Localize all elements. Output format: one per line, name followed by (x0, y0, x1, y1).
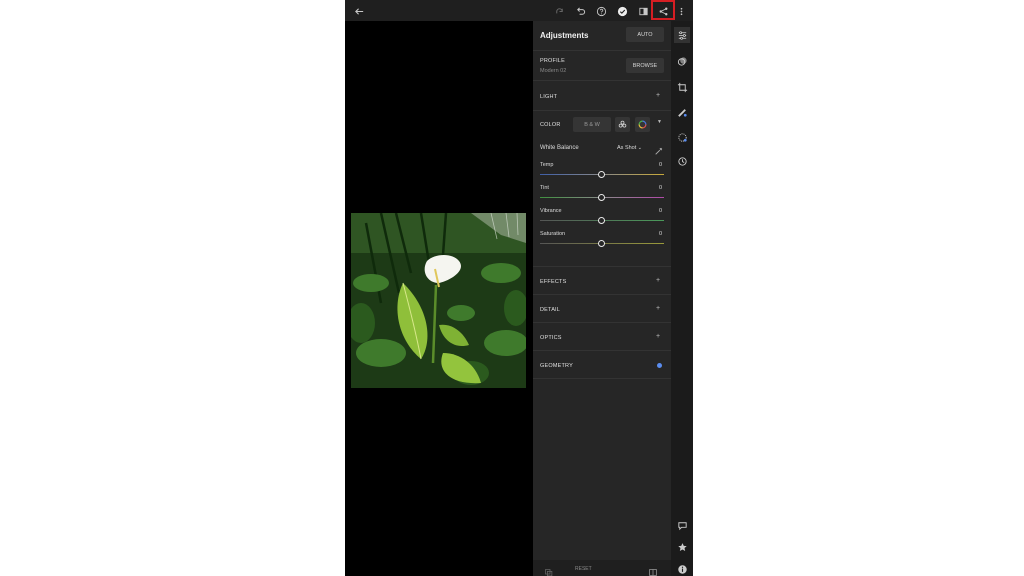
optics-section-label[interactable]: OPTICS (540, 335, 562, 341)
eyedropper-icon[interactable] (654, 143, 664, 155)
geometry-section-label[interactable]: GEOMETRY (540, 363, 573, 369)
compare-icon[interactable] (635, 3, 651, 19)
tint-value: 0 (659, 185, 663, 191)
vibrance-label: Vibrance (540, 208, 562, 214)
browse-button[interactable]: BROWSE (626, 58, 664, 73)
undo-icon[interactable] (572, 3, 588, 19)
divider (533, 294, 671, 295)
effects-expand-icon[interactable]: + (656, 277, 660, 284)
lightroom-app: Adjustments AUTO PROFILE Modern 02 BROWS… (345, 0, 693, 576)
share-highlight-box (651, 0, 675, 20)
light-section-label[interactable]: LIGHT (540, 94, 557, 100)
tint-slider-handle[interactable] (598, 194, 605, 201)
checkmark-icon[interactable] (614, 3, 630, 19)
comment-icon[interactable] (674, 517, 690, 533)
bw-button[interactable]: B & W (573, 117, 611, 132)
photo-canvas (345, 21, 533, 576)
temp-slider-handle[interactable] (598, 171, 605, 178)
masking-icon[interactable] (674, 129, 690, 145)
saturation-slider-handle[interactable] (598, 240, 605, 247)
divider (533, 80, 671, 81)
color-collapse-icon[interactable]: ▼ (657, 119, 662, 125)
copy-settings-icon[interactable] (544, 564, 553, 576)
vibrance-slider-handle[interactable] (598, 217, 605, 224)
info-icon[interactable] (674, 561, 690, 576)
presets-icon[interactable] (674, 53, 690, 69)
tint-label: Tint (540, 185, 549, 191)
white-balance-dropdown[interactable]: As Shot ⌄ (617, 145, 642, 151)
reset-button[interactable]: RESET (575, 566, 592, 572)
redo-icon[interactable] (551, 3, 567, 19)
photo-calla-lily[interactable] (351, 213, 526, 388)
panel-footer: RESET (533, 560, 671, 576)
light-expand-icon[interactable]: + (656, 92, 660, 99)
auto-button[interactable]: AUTO (626, 27, 664, 42)
crop-icon[interactable] (674, 79, 690, 95)
color-grading-icon[interactable] (635, 117, 650, 132)
white-balance-label: White Balance (540, 145, 579, 151)
top-toolbar (345, 0, 693, 21)
optics-expand-icon[interactable]: + (656, 333, 660, 340)
profile-value: Modern 02 (540, 68, 567, 74)
temp-value: 0 (659, 162, 663, 168)
profile-label: PROFILE (540, 58, 565, 64)
divider (533, 350, 671, 351)
healing-brush-icon[interactable] (674, 104, 690, 120)
divider (533, 266, 671, 267)
color-section-label: COLOR (540, 122, 561, 128)
divider (533, 378, 671, 379)
before-after-icon[interactable] (648, 564, 658, 576)
panel-title: Adjustments (540, 31, 589, 40)
saturation-label: Saturation (540, 231, 566, 237)
divider (533, 50, 671, 51)
white-balance-value: As Shot (617, 145, 637, 151)
vibrance-value: 0 (659, 208, 663, 214)
star-icon[interactable] (674, 539, 690, 555)
divider (533, 322, 671, 323)
chevron-down-icon: ⌄ (637, 145, 642, 151)
divider (533, 110, 671, 111)
effects-section-label[interactable]: EFFECTS (540, 279, 566, 285)
adjustments-icon[interactable] (674, 27, 690, 43)
back-arrow-icon[interactable] (351, 3, 367, 19)
color-mix-icon[interactable] (615, 117, 630, 132)
history-icon[interactable] (674, 153, 690, 169)
detail-section-label[interactable]: DETAIL (540, 307, 560, 313)
tool-rail (671, 21, 693, 576)
saturation-value: 0 (659, 231, 663, 237)
detail-expand-icon[interactable]: + (656, 305, 660, 312)
more-icon[interactable] (674, 3, 688, 19)
temp-label: Temp (540, 162, 554, 168)
help-icon[interactable] (593, 3, 609, 19)
adjustments-panel: Adjustments AUTO PROFILE Modern 02 BROWS… (533, 21, 671, 576)
geometry-indicator-dot (657, 363, 662, 368)
